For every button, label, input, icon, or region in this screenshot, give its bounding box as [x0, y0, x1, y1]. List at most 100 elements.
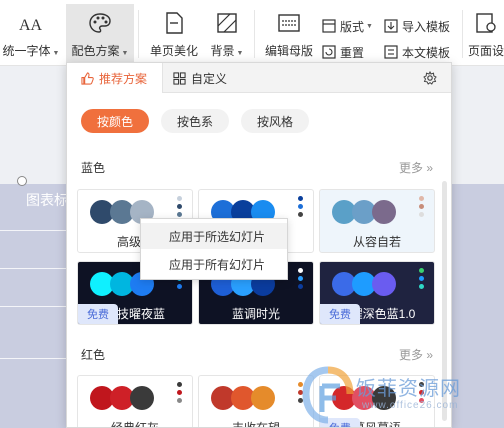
single-page-beautify-label: 单页美化 — [149, 44, 198, 58]
slide-title[interactable]: 图表标 — [26, 190, 68, 210]
accent-dot — [419, 268, 424, 273]
accent-dots — [177, 196, 182, 220]
accent-dot — [177, 390, 182, 395]
page-settings-button[interactable]: 页面设 — [466, 4, 504, 64]
accent-dot — [419, 276, 424, 281]
slide-guide-line — [0, 306, 68, 307]
master-icon — [275, 10, 303, 36]
chip-by-hue[interactable]: 按色系 — [161, 109, 229, 133]
accent-dot — [298, 196, 303, 201]
tab-recommended[interactable]: 推荐方案 — [67, 63, 163, 93]
more-red-link[interactable]: 更多 » — [399, 346, 433, 363]
palette-icon — [86, 10, 114, 36]
accent-dot — [419, 196, 424, 201]
tab-custom-label: 自定义 — [191, 71, 228, 86]
color-swatch-group — [332, 272, 396, 296]
color-scheme-label: 配色方案 — [71, 44, 120, 58]
unify-font-label: 统一字体 — [2, 44, 51, 58]
color-swatch — [251, 386, 275, 410]
page-settings-icon — [472, 10, 500, 36]
section-title-red: 红色 — [81, 348, 106, 362]
watermark: 饭菲资源网 www.office26.com — [300, 366, 500, 426]
layout-button[interactable]: 版式 ▼ — [322, 16, 373, 36]
settings-gear-icon[interactable] — [423, 70, 437, 88]
accent-dots — [419, 268, 424, 292]
color-swatch-group — [90, 386, 154, 410]
reset-label: 重置 — [340, 45, 365, 60]
tab-recommended-label: 推荐方案 — [99, 71, 148, 86]
accent-dots — [419, 196, 424, 220]
page-icon — [160, 10, 188, 36]
apply-to-all-slides[interactable]: 应用于所有幻灯片 — [141, 251, 287, 277]
accent-dot — [177, 204, 182, 209]
accent-dot — [298, 204, 303, 209]
import-icon — [384, 19, 398, 33]
import-template-label: 导入模板 — [402, 19, 451, 34]
apply-to-selected-slides[interactable]: 应用于所选幻灯片 — [141, 223, 287, 249]
ribbon-separator — [462, 10, 463, 58]
text-template-label: 本文模板 — [402, 45, 451, 60]
color-scheme-card[interactable]: 经典红灰 — [77, 375, 193, 428]
apply-context-menu: 应用于所选幻灯片 应用于所有幻灯片 — [140, 218, 288, 280]
scheme-name: 经典红灰 — [110, 420, 159, 428]
scheme-name: 从容自若 — [352, 234, 401, 249]
edit-master-button[interactable]: 编辑母版 — [260, 4, 318, 64]
accent-dot — [298, 212, 303, 217]
accent-dot — [177, 196, 182, 201]
accent-dot — [177, 382, 182, 387]
import-template-button[interactable]: 导入模板 — [384, 16, 450, 36]
page-settings-label: 页面设 — [467, 44, 504, 58]
accent-dots — [177, 382, 182, 406]
watermark-text: 饭菲资源网 — [356, 376, 461, 400]
unify-font-button[interactable]: AA 统一字体 ▼ — [0, 4, 62, 64]
color-scheme-card[interactable]: 丰收在望 — [198, 375, 314, 427]
color-scheme-card[interactable]: 闪耀深色蓝1.0 免费 — [319, 261, 435, 325]
scheme-name: 蓝调时光 — [231, 306, 280, 321]
reset-button[interactable]: 重置 — [322, 42, 364, 62]
ribbon-separator — [254, 10, 255, 58]
chip-by-color[interactable]: 按颜色 — [81, 109, 149, 133]
color-scheme-card[interactable]: 从容自若 — [319, 189, 435, 253]
font-icon: AA — [17, 10, 45, 36]
more-blue-link[interactable]: 更多 » — [399, 159, 433, 176]
background-icon — [213, 10, 241, 36]
accent-dot — [298, 268, 303, 273]
ribbon-separator — [138, 10, 139, 58]
panel-tabs: 推荐方案 自定义 — [67, 63, 451, 93]
slide-guide-line — [0, 268, 68, 269]
background-label: 背景 — [210, 44, 235, 58]
tab-custom[interactable]: 自定义 — [173, 63, 227, 93]
accent-dot — [298, 276, 303, 281]
layout-icon — [322, 19, 336, 33]
thumbs-up-icon — [81, 71, 94, 85]
svg-text:AA: AA — [19, 17, 43, 33]
single-page-beautify-button[interactable]: 单页美化 — [146, 4, 202, 64]
edit-master-label: 编辑母版 — [264, 44, 313, 58]
free-badge: 免费 — [78, 304, 118, 324]
background-button[interactable]: 背景 ▼ — [204, 4, 250, 64]
color-swatch-group — [211, 386, 275, 410]
accent-dot — [419, 284, 424, 289]
text-template-button[interactable]: 本文模板 — [384, 42, 450, 62]
chip-by-style[interactable]: 按风格 — [241, 109, 309, 133]
watermark-url: www.office26.com — [362, 400, 459, 411]
color-swatch — [130, 386, 154, 410]
slide-guide-line — [0, 230, 68, 231]
color-swatch-group — [332, 200, 396, 224]
watermark-logo — [302, 366, 354, 424]
color-scheme-button[interactable]: 配色方案 ▼ — [66, 4, 134, 64]
slide-guide-line — [0, 358, 68, 359]
grid-icon — [173, 71, 186, 85]
accent-dot — [177, 284, 182, 289]
template-icon — [384, 45, 398, 59]
accent-dot — [177, 212, 182, 217]
reset-icon — [322, 45, 336, 59]
layout-label: 版式 — [340, 19, 365, 34]
section-title-blue: 蓝色 — [81, 161, 106, 175]
accent-dot — [298, 284, 303, 289]
ribbon-toolbar: AA 统一字体▼ 配色方案▼ 单页美化 背景▼ 编辑母版 版式▼ 重置 — [0, 0, 504, 66]
accent-dot — [419, 204, 424, 209]
color-swatch — [372, 200, 396, 224]
selection-handle[interactable] — [17, 176, 27, 186]
accent-dot — [419, 212, 424, 217]
